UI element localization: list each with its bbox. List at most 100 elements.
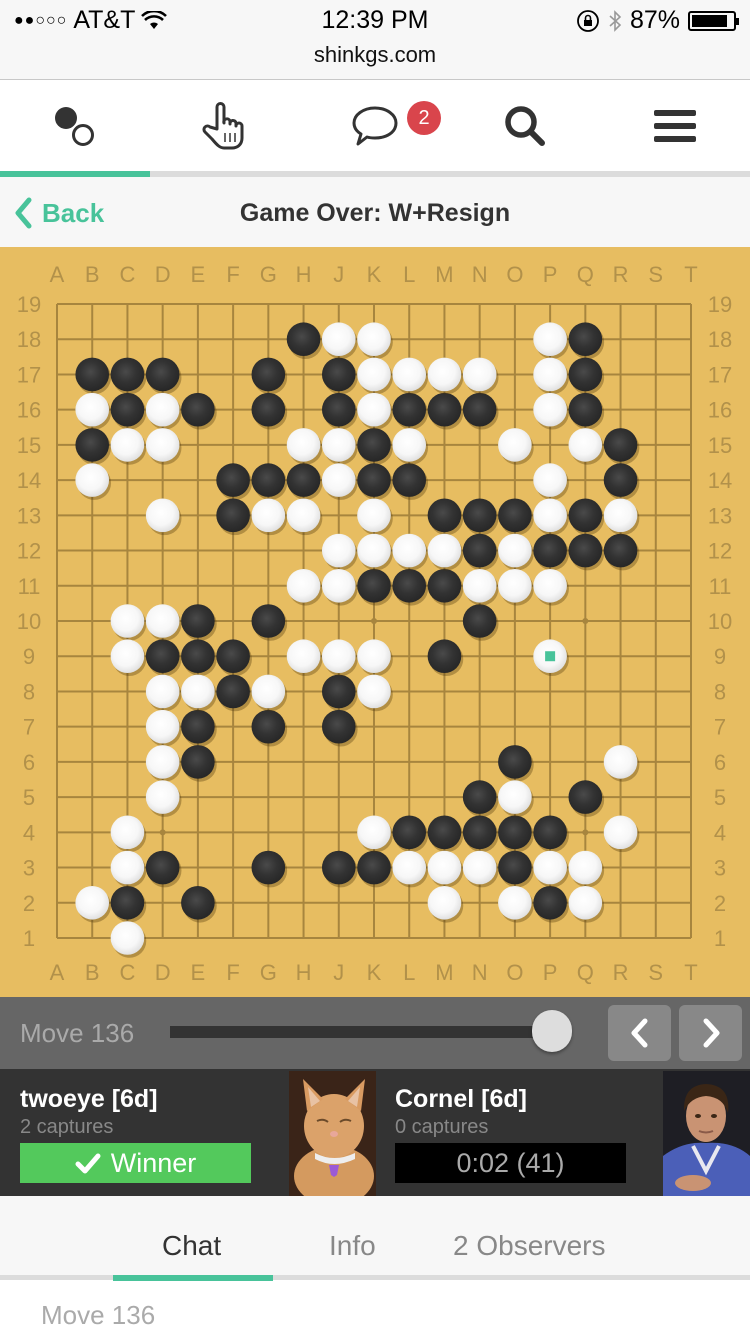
nav-search[interactable] [450, 80, 600, 172]
black-stone-N12[interactable] [462, 533, 497, 568]
black-stone-L4[interactable] [392, 815, 427, 850]
white-stone-O12[interactable] [498, 533, 532, 568]
white-stone-B16[interactable] [75, 392, 110, 427]
go-board[interactable]: A A B B C C D D E E F F G G H H J J K K L L M M N N O O P P Q Q R R S S T T 19… [0, 247, 750, 997]
white-stone-N3[interactable] [462, 850, 497, 885]
black-stone-H18[interactable] [286, 322, 321, 357]
white-stone-N17[interactable] [462, 357, 497, 392]
black-stone-J7[interactable] [321, 709, 356, 744]
white-stone-J14[interactable] [321, 463, 356, 497]
tab-info[interactable]: Info [329, 1230, 376, 1262]
black-stone-P4[interactable] [533, 815, 567, 850]
black-stone-Q12[interactable] [568, 533, 603, 568]
white-stone-G13[interactable] [251, 498, 286, 533]
white-stone-L15[interactable] [392, 428, 427, 462]
white-stone-C1[interactable] [110, 921, 145, 955]
white-stone-C15[interactable] [110, 428, 145, 462]
white-stone-E8[interactable] [181, 674, 215, 709]
black-stone-K11[interactable] [357, 568, 391, 603]
black-stone-E6[interactable] [181, 745, 215, 779]
black-stone-M4[interactable] [427, 815, 462, 850]
black-stone-C16[interactable] [110, 392, 145, 427]
nav-menu[interactable] [600, 80, 750, 172]
black-stone-Q5[interactable] [568, 780, 603, 814]
white-stone-D5[interactable] [145, 780, 180, 814]
white-stone-R6[interactable] [603, 745, 638, 779]
black-stone-H14[interactable] [286, 463, 321, 497]
nav-games[interactable] [0, 80, 150, 172]
white-stone-H13[interactable] [286, 498, 321, 533]
black-stone-M13[interactable] [427, 498, 462, 533]
black-stone-G3[interactable] [251, 850, 286, 885]
tab-observers[interactable]: 2 Observers [453, 1230, 606, 1262]
black-stone-Q13[interactable] [568, 498, 603, 533]
white-stone-M12[interactable] [427, 533, 462, 568]
white-stone-J18[interactable] [321, 322, 356, 357]
black-stone-G10[interactable] [251, 604, 286, 638]
previous-move-button[interactable] [608, 1005, 671, 1061]
white-stone-K12[interactable] [357, 533, 391, 568]
black-stone-L14[interactable] [392, 463, 427, 497]
black-stone-J16[interactable] [321, 392, 356, 427]
white-stone-R4[interactable] [603, 815, 638, 850]
white-stone-G8[interactable] [251, 674, 286, 709]
black-stone-C2[interactable] [110, 885, 145, 920]
white-stone-M2[interactable] [427, 885, 462, 920]
white-stone-P18[interactable] [533, 322, 567, 357]
white-stone-K18[interactable] [357, 322, 391, 357]
black-stone-D9[interactable] [145, 639, 180, 674]
next-move-button[interactable] [679, 1005, 742, 1061]
black-stone-J8[interactable] [321, 674, 356, 709]
white-stone-Q15[interactable] [568, 428, 603, 462]
black-stone-Q17[interactable] [568, 357, 603, 392]
black-stone-D17[interactable] [145, 357, 180, 392]
black-stone-E9[interactable] [181, 639, 215, 674]
black-stone-E10[interactable] [181, 604, 215, 638]
tab-chat[interactable]: Chat [162, 1230, 221, 1262]
white-stone-P3[interactable] [533, 850, 567, 885]
white-stone-J15[interactable] [321, 428, 356, 462]
url-label[interactable]: shinkgs.com [0, 42, 750, 68]
white-stone-P17[interactable] [533, 357, 567, 392]
black-stone-O6[interactable] [498, 745, 532, 779]
white-stone-D8[interactable] [145, 674, 180, 709]
black-stone-D3[interactable] [145, 850, 180, 885]
black-stone-N16[interactable] [462, 392, 497, 427]
white-stone-D6[interactable] [145, 745, 180, 779]
black-stone-R12[interactable] [603, 533, 638, 568]
white-stone-C9[interactable] [110, 639, 145, 674]
move-slider-thumb[interactable] [532, 1010, 572, 1052]
white-stone-Q3[interactable] [568, 850, 603, 885]
white-stone-M3[interactable] [427, 850, 462, 885]
black-stone-E7[interactable] [181, 709, 215, 744]
black-stone-O4[interactable] [498, 815, 532, 850]
black-stone-R14[interactable] [603, 463, 638, 497]
black-stone-Q16[interactable] [568, 392, 603, 427]
black-stone-K15[interactable] [357, 428, 391, 462]
black-stone-O13[interactable] [498, 498, 532, 533]
black-stone-N10[interactable] [462, 604, 497, 638]
black-stone-G16[interactable] [251, 392, 286, 427]
black-stone-G14[interactable] [251, 463, 286, 497]
go-board-svg[interactable]: AABBCCDDEEFFGGHHJJKKLLMMNNOOPPQQRRSSTT19… [0, 247, 750, 997]
white-stone-K8[interactable] [357, 674, 391, 709]
white-stone-P14[interactable] [533, 463, 567, 497]
white-stone-D10[interactable] [145, 604, 180, 638]
white-stone-H11[interactable] [286, 568, 321, 603]
black-stone-E16[interactable] [181, 392, 215, 427]
black-stone-G7[interactable] [251, 709, 286, 744]
white-stone-O11[interactable] [498, 568, 532, 603]
nav-play[interactable] [148, 80, 298, 172]
black-stone-F14[interactable] [216, 463, 250, 497]
black-stone-P2[interactable] [533, 885, 567, 920]
black-player-avatar[interactable] [289, 1071, 376, 1196]
white-stone-L3[interactable] [392, 850, 427, 885]
white-stone-C10[interactable] [110, 604, 145, 638]
black-stone-P12[interactable] [533, 533, 567, 568]
white-stone-P11[interactable] [533, 568, 567, 603]
black-stone-G17[interactable] [251, 357, 286, 392]
black-stone-K14[interactable] [357, 463, 391, 497]
white-stone-C3[interactable] [110, 850, 145, 885]
black-stone-N5[interactable] [462, 780, 497, 814]
white-stone-D13[interactable] [145, 498, 180, 533]
